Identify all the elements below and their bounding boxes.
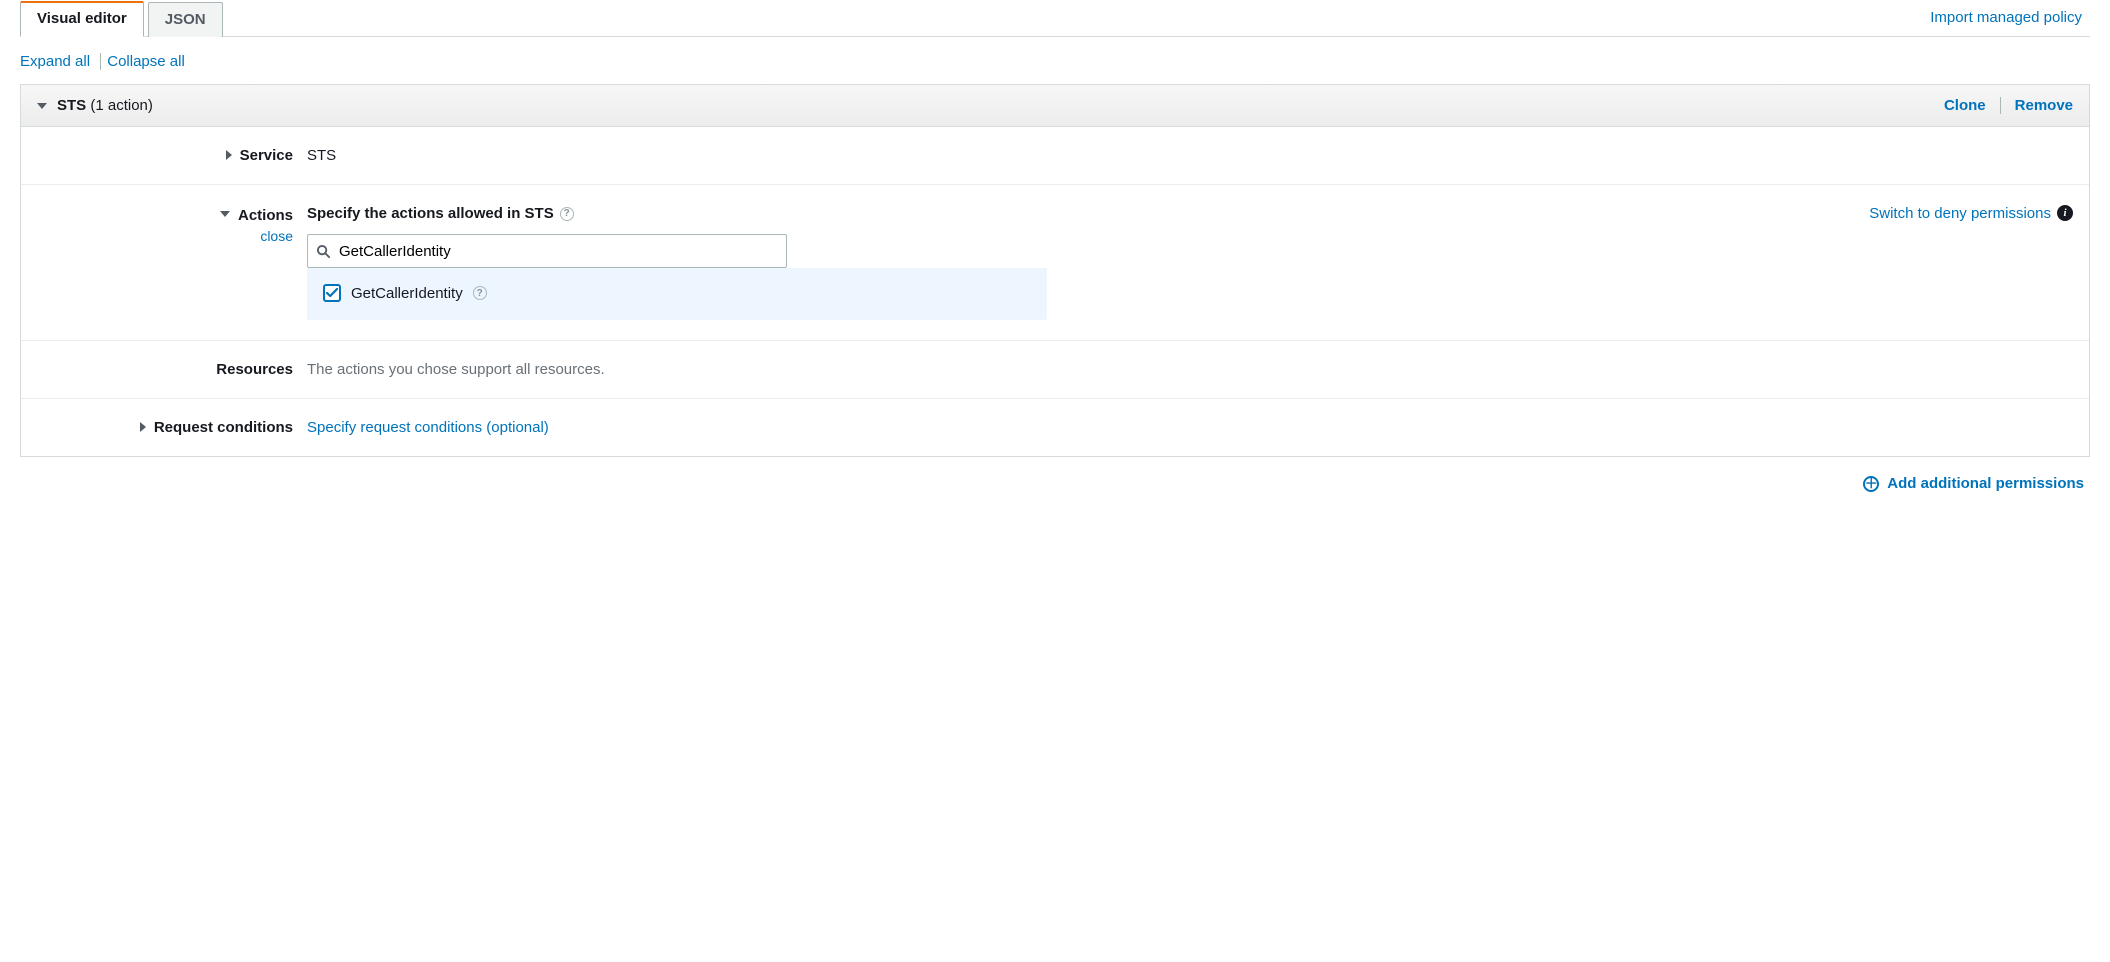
- actions-close-link[interactable]: close: [260, 228, 293, 244]
- remove-link[interactable]: Remove: [2015, 97, 2073, 114]
- conditions-label: Request conditions: [154, 419, 293, 436]
- actions-search-input[interactable]: [331, 242, 778, 261]
- chevron-right-icon: [140, 422, 146, 432]
- resources-label: Resources: [216, 361, 293, 378]
- chevron-down-icon: [220, 211, 230, 217]
- plus-circle-icon: ＋: [1863, 476, 1879, 492]
- statement-header[interactable]: STS (1 action) Clone Remove: [21, 85, 2089, 127]
- service-toggle[interactable]: Service: [226, 147, 293, 164]
- section-service: Service STS: [21, 127, 2089, 184]
- statement-title: STS: [57, 97, 86, 114]
- add-permissions-label: Add additional permissions: [1887, 475, 2084, 492]
- help-icon[interactable]: ?: [560, 207, 574, 221]
- import-managed-policy-link[interactable]: Import managed policy: [1930, 9, 2090, 36]
- action-result-label: GetCallerIdentity: [351, 285, 463, 302]
- service-value: STS: [307, 147, 336, 164]
- tab-json[interactable]: JSON: [148, 2, 223, 37]
- resources-text: The actions you chose support all resour…: [307, 361, 605, 378]
- add-permissions-link[interactable]: ＋ Add additional permissions: [1863, 475, 2084, 492]
- expand-collapse-row: Expand all Collapse all: [20, 37, 2090, 84]
- specify-conditions-link[interactable]: Specify request conditions (optional): [307, 419, 549, 436]
- actions-toggle[interactable]: Actions: [220, 207, 293, 224]
- section-resources: Resources The actions you chose support …: [21, 340, 2089, 398]
- search-icon: [316, 244, 331, 259]
- action-checkbox-row[interactable]: GetCallerIdentity ?: [323, 284, 487, 302]
- switch-deny-link[interactable]: Switch to deny permissions: [1869, 205, 2051, 222]
- chevron-down-icon: [37, 103, 47, 109]
- tab-visual-editor[interactable]: Visual editor: [20, 1, 144, 37]
- chevron-right-icon: [226, 150, 232, 160]
- actions-search[interactable]: [307, 234, 787, 268]
- checkbox-checked-icon[interactable]: [323, 284, 341, 302]
- actions-title: Specify the actions allowed in STS: [307, 205, 554, 222]
- section-conditions: Request conditions Specify request condi…: [21, 398, 2089, 456]
- tabs: Visual editor JSON Import managed policy: [20, 0, 2090, 37]
- info-icon[interactable]: i: [2057, 205, 2073, 221]
- clone-link[interactable]: Clone: [1944, 97, 1986, 114]
- collapse-all-link[interactable]: Collapse all: [107, 53, 185, 70]
- expand-all-link[interactable]: Expand all: [20, 53, 90, 70]
- help-icon[interactable]: ?: [473, 286, 487, 300]
- section-actions: Actions close Specify the actions allowe…: [21, 184, 2089, 340]
- conditions-toggle[interactable]: Request conditions: [140, 419, 293, 436]
- service-label: Service: [240, 147, 293, 164]
- statement-block: STS (1 action) Clone Remove Service: [20, 84, 2090, 457]
- statement-action-count: (1 action): [90, 97, 153, 114]
- actions-label: Actions: [238, 207, 293, 224]
- action-result-row: GetCallerIdentity ?: [307, 268, 1047, 320]
